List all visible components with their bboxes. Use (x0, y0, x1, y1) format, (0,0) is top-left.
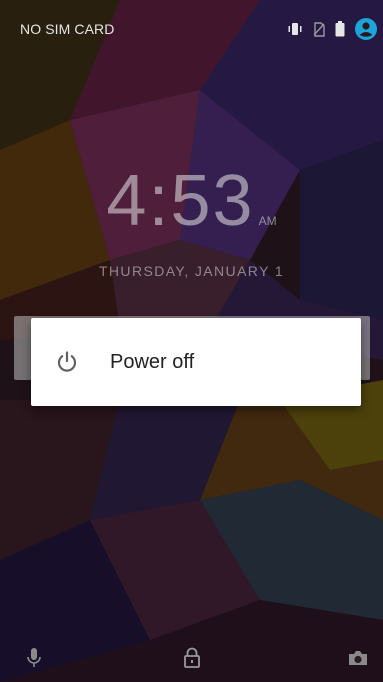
clock-ampm: AM (258, 214, 277, 228)
power-icon (57, 351, 77, 372)
battery-icon (335, 21, 345, 37)
carrier-text: NO SIM CARD (20, 21, 115, 37)
lock-icon[interactable] (180, 646, 204, 670)
status-bar: NO SIM CARD (0, 0, 383, 40)
user-account-icon[interactable] (355, 18, 377, 40)
lock-screen: NO SIM CARD 4:53 AM THURSDAY, JANUARY 1 … (0, 0, 383, 682)
date-label: THURSDAY, JANUARY 1 (98, 263, 285, 279)
power-dialog: Power off (31, 318, 361, 406)
vibrate-icon (287, 22, 303, 36)
status-icons (287, 18, 377, 40)
clock-time: 4:53 (106, 161, 255, 241)
no-sim-icon (313, 21, 325, 37)
power-off-label: Power off (110, 351, 195, 373)
microphone-icon[interactable] (22, 646, 46, 670)
power-off-button[interactable]: Power off (31, 318, 361, 406)
camera-icon[interactable] (346, 646, 370, 670)
clock-area: 4:53 AM (0, 160, 383, 242)
